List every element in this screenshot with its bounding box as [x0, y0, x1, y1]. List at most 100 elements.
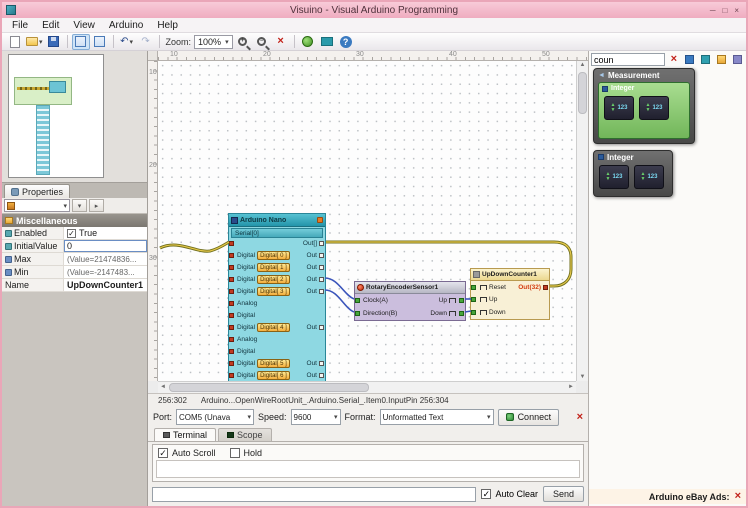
zoom-out-button[interactable]: − — [253, 34, 271, 50]
channel-badge[interactable]: Digital[ 6 ] — [257, 370, 290, 380]
terminal-output[interactable] — [156, 460, 580, 478]
property-row-enabled[interactable]: Enabled ✓ True — [2, 227, 147, 240]
encoder-header[interactable]: RotaryEncoderSensor1 — [355, 282, 465, 294]
checkbox-checked-icon[interactable]: ✓ — [67, 228, 76, 238]
category-integer[interactable]: Integer ▲ ▼ 123 ▲ ▼ 123 — [593, 150, 673, 197]
arduino-channel-row[interactable]: Digital — [229, 345, 325, 357]
input-pin[interactable] — [229, 252, 234, 258]
arduino-channel-row[interactable]: Digital Digital[ 1 ] Out — [229, 261, 325, 273]
serial-channel[interactable]: Serial[0] — [231, 228, 323, 238]
scroll-left-icon[interactable]: ◄ — [160, 384, 166, 390]
input-pin[interactable] — [229, 336, 234, 342]
delete-button[interactable]: × — [272, 34, 290, 50]
down-input-pin[interactable] — [471, 309, 476, 315]
tab-properties[interactable]: Properties — [4, 184, 71, 198]
up-input-pin[interactable] — [471, 297, 476, 303]
property-group-header[interactable]: Miscellaneous — [2, 214, 147, 227]
channel-badge[interactable]: Digital[ 4 ] — [257, 322, 290, 332]
output-pin[interactable] — [319, 324, 324, 330]
channel-badge[interactable]: Digital[ 0 ] — [257, 250, 290, 260]
category-header[interactable]: ◄ Measurement — [594, 69, 694, 81]
property-row-min[interactable]: Min (Value=-2147483... — [2, 266, 147, 279]
checkbox-checked-icon[interactable]: ✓ — [481, 489, 492, 499]
close-panel-icon[interactable]: × — [577, 411, 583, 423]
toolbox-view-button-1[interactable] — [683, 53, 697, 66]
arduino-channel-row[interactable]: Digital Digital[ 4 ] Out — [229, 321, 325, 333]
save-button[interactable] — [45, 34, 63, 50]
component-tile-counter[interactable]: ▲ ▼ 123 — [604, 96, 634, 120]
output-pin[interactable] — [319, 276, 324, 282]
zoom-in-button[interactable]: + — [234, 34, 252, 50]
component-settings-icon[interactable] — [317, 217, 323, 223]
direction-input-pin[interactable] — [355, 311, 360, 316]
overview-panel[interactable] — [2, 51, 147, 183]
arduino-board-button[interactable] — [318, 34, 336, 50]
redo-button[interactable]: ↷ — [137, 34, 155, 50]
down-output-pin[interactable] — [459, 311, 464, 316]
arduino-header[interactable]: Arduino Nano — [229, 214, 325, 227]
component-updown-counter[interactable]: UpDownCounter1 Reset Out(32) Up Down — [470, 268, 550, 320]
input-pin[interactable] — [229, 264, 234, 270]
inspector-sort-button[interactable]: ▾ — [72, 199, 87, 212]
input-pin[interactable] — [229, 276, 234, 282]
checkbox-checked-icon[interactable]: ✓ — [158, 447, 168, 458]
overview-thumbnail[interactable] — [8, 54, 104, 178]
menu-arduino[interactable]: Arduino — [102, 20, 150, 31]
counter-output-pin[interactable] — [543, 284, 548, 290]
collapse-left-icon[interactable]: ◄ — [598, 72, 605, 79]
input-pin[interactable] — [229, 360, 234, 366]
toolbox-view-button-2[interactable] — [699, 53, 713, 66]
search-input[interactable] — [591, 53, 665, 66]
menu-edit[interactable]: Edit — [35, 20, 66, 31]
component-rotary-encoder[interactable]: RotaryEncoderSensor1 Clock(A) Up Directi… — [354, 281, 466, 321]
input-pin[interactable] — [229, 324, 234, 330]
encoder-pin-row[interactable]: Direction(B) Down — [355, 307, 465, 320]
clear-search-button[interactable]: × — [667, 53, 681, 66]
output-pin[interactable] — [319, 264, 324, 270]
auto-clear-checkbox[interactable]: ✓ Auto Clear — [481, 489, 538, 499]
arduino-channel-row[interactable]: Digital Digital[ 2 ] Out — [229, 273, 325, 285]
counter-header[interactable]: UpDownCounter1 — [471, 269, 549, 281]
property-row-name[interactable]: Name UpDownCounter1 — [2, 279, 147, 292]
encoder-pin-row[interactable]: Clock(A) Up — [355, 294, 465, 307]
menu-help[interactable]: Help — [150, 20, 185, 31]
inspector-view-button[interactable]: ▸ — [89, 199, 104, 212]
auto-scroll-checkbox[interactable]: ✓ Auto Scroll — [158, 447, 216, 458]
input-pin[interactable] — [229, 288, 234, 294]
component-arduino-nano[interactable]: Arduino Nano Serial[0] Out[] Digital Digi… — [228, 213, 326, 381]
scroll-right-icon[interactable]: ► — [568, 384, 574, 390]
scroll-up-icon[interactable]: ▲ — [577, 62, 588, 68]
clock-input-pin[interactable] — [355, 298, 360, 303]
hold-checkbox[interactable]: Hold — [229, 447, 262, 458]
horizontal-scrollbar[interactable]: ◄ ► — [158, 381, 576, 393]
title-bar[interactable]: Visuino - Visual Arduino Programming ─ □… — [2, 2, 746, 18]
terminal-input[interactable] — [152, 486, 477, 502]
format-select[interactable]: Unformatted Text ▾ — [379, 409, 494, 425]
component-tile-counter[interactable]: ▲ ▼ 123 — [634, 165, 664, 189]
arduino-channel-row[interactable]: Digital Digital[ 5 ] Out — [229, 357, 325, 369]
output-pin[interactable] — [319, 360, 324, 366]
serial-output-pin[interactable] — [319, 241, 324, 246]
tab-scope[interactable]: Scope — [218, 428, 272, 441]
menu-view[interactable]: View — [66, 20, 102, 31]
arduino-channel-row[interactable]: Analog — [229, 297, 325, 309]
output-pin[interactable] — [319, 372, 324, 378]
tab-terminal[interactable]: Terminal — [154, 428, 217, 441]
maximize-icon[interactable]: □ — [722, 6, 727, 15]
input-pin[interactable] — [229, 348, 234, 354]
close-ads-icon[interactable]: × — [735, 491, 741, 502]
inspector-filter-select[interactable]: ▾ — [4, 199, 70, 212]
port-select[interactable]: COM5 (Unava ▾ — [176, 409, 255, 425]
checkbox-unchecked-icon[interactable] — [229, 447, 240, 458]
input-pin[interactable] — [229, 372, 234, 378]
arduino-channel-row[interactable]: Digital Digital[ 0 ] Out — [229, 249, 325, 261]
channel-badge[interactable]: Digital[ 5 ] — [257, 358, 290, 368]
property-row-max[interactable]: Max (Value=21474836... — [2, 253, 147, 266]
channel-badge[interactable]: Digital[ 3 ] — [257, 286, 290, 296]
arduino-channel-row[interactable]: Analog — [229, 333, 325, 345]
view-mode-button-2[interactable] — [91, 34, 109, 50]
channel-badge[interactable]: Digital[ 2 ] — [257, 274, 290, 284]
component-tile-counter[interactable]: ▲ ▼ 123 — [639, 96, 669, 120]
connect-button[interactable]: Connect — [497, 408, 560, 426]
arduino-channel-row[interactable]: Digital Digital[ 6 ] Out — [229, 369, 325, 381]
